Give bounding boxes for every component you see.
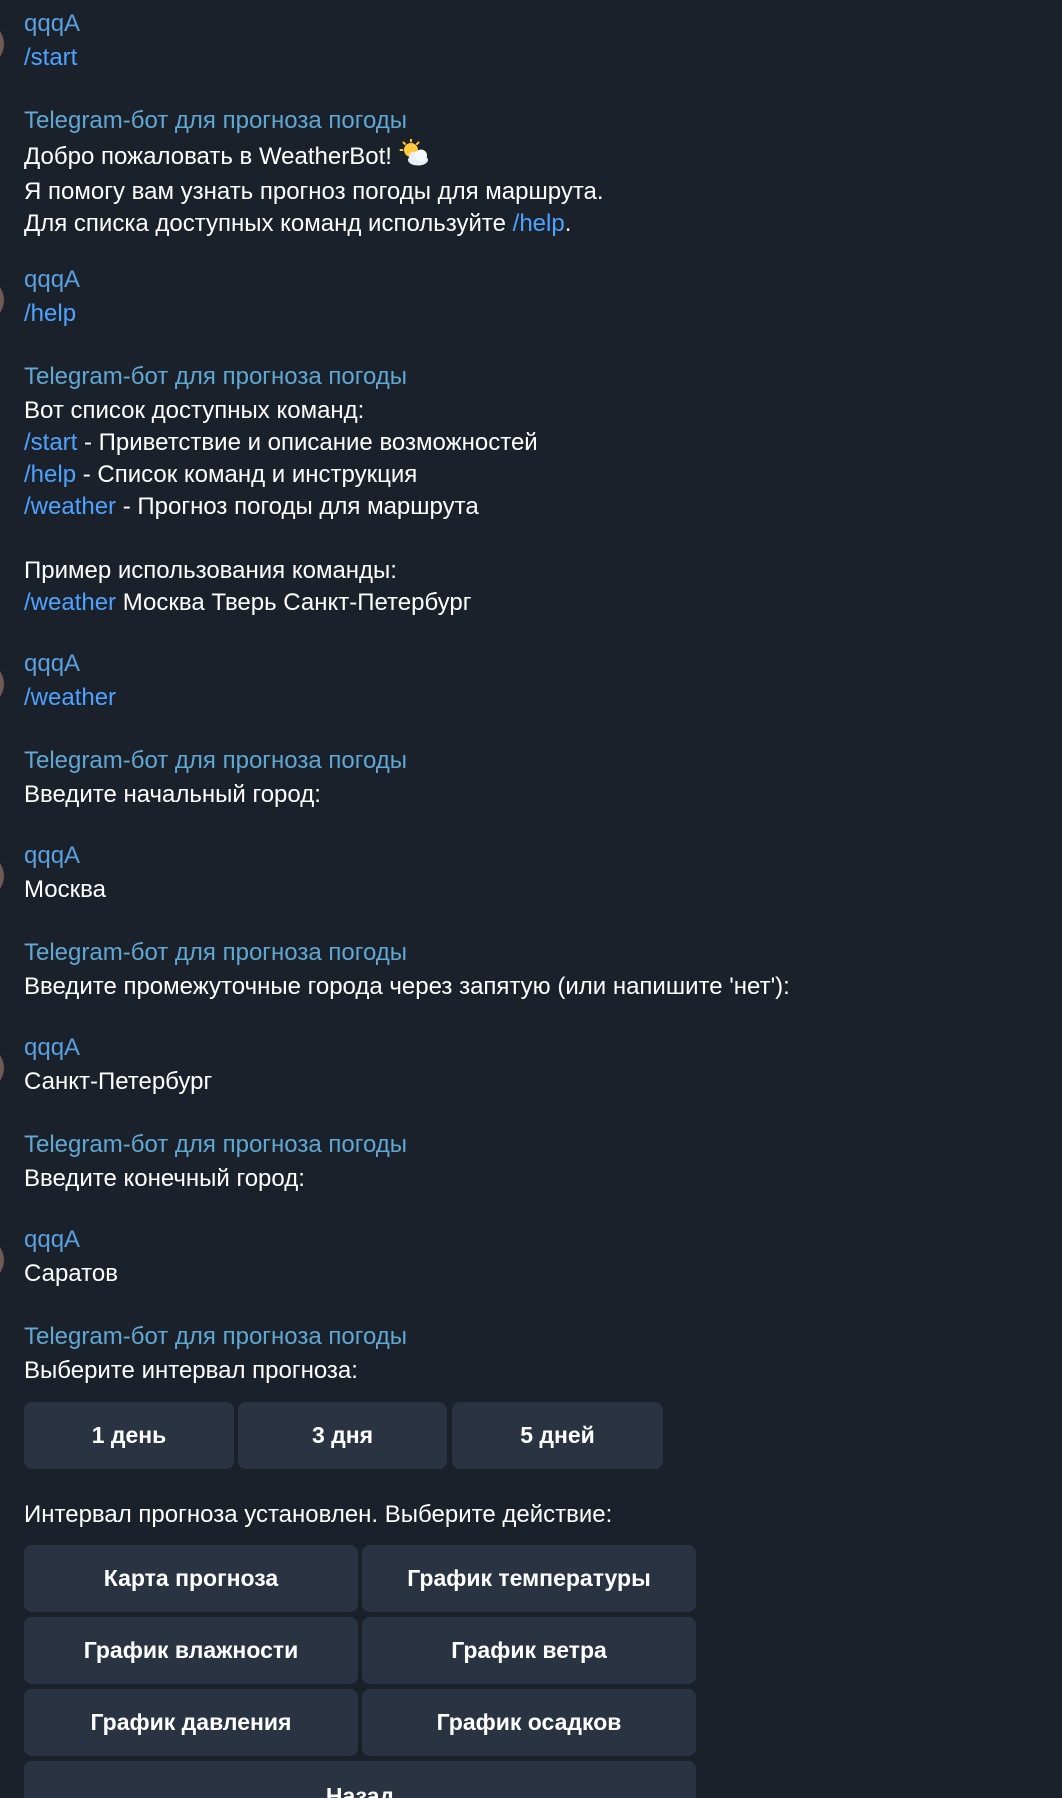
command-row: /weather - Прогноз погоды для маршрута [24,491,538,523]
user-message: qqqA /help [24,262,80,330]
command-row: /start - Приветствие и описание возможно… [24,427,538,459]
message-text: Интервал прогноза установлен. Выберите д… [24,1501,613,1528]
command-row: /help - Список команд и инструкция [24,459,538,491]
bot-message: Telegram-бот для прогноза погоды Введите… [24,1127,407,1195]
sender-name[interactable]: Telegram-бот для прогноза погоды [24,359,538,395]
sender-name[interactable]: qqqA [24,646,116,682]
example-args: Москва Тверь Санкт-Петербург [116,589,472,616]
bot-message: Интервал прогноза установлен. Выберите д… [24,1499,612,1531]
humidity-chart-button[interactable]: График влажности [24,1617,358,1684]
interval-1-day-button[interactable]: 1 день [24,1402,234,1469]
help-command-link[interactable]: /help [513,210,565,237]
user-avatar[interactable] [0,22,4,66]
sender-name[interactable]: qqqA [24,838,106,874]
sender-name[interactable]: qqqA [24,6,80,42]
temperature-chart-button[interactable]: График температуры [362,1545,696,1612]
message-text: Москва [24,876,106,903]
user-message: qqqA Саратов [24,1222,118,1290]
example-row: /weather Москва Тверь Санкт-Петербург [24,587,538,619]
sender-name[interactable]: Telegram-бот для прогноза погоды [24,743,407,779]
bot-message: Telegram-бот для прогноза погоды Введите… [24,743,407,811]
message-text: Саратов [24,1260,118,1287]
message-text: Введите начальный город: [24,781,321,808]
user-avatar[interactable] [0,854,4,898]
help-hint-text: Для списка доступных команд используйте [24,210,513,237]
message-line: Я помогу вам узнать прогноз погоды для м… [24,178,604,205]
message-text[interactable]: /start [24,42,80,74]
message-text: Выберите интервал прогноза: [24,1357,358,1384]
sun-behind-cloud-icon [398,138,430,176]
user-message: qqqA Москва [24,838,106,906]
bot-message: Telegram-бот для прогноза погоды Добро п… [24,103,604,240]
help-intro: Вот список доступных команд: [24,397,365,424]
action-keyboard: Карта прогноза График температуры График… [24,1545,696,1798]
message-line: Для списка доступных команд используйте … [24,208,604,240]
sender-name[interactable]: qqqA [24,1030,212,1066]
sender-name[interactable]: Telegram-бот для прогноза погоды [24,1319,407,1355]
sender-name[interactable]: Telegram-бот для прогноза погоды [24,1127,407,1163]
message-text[interactable]: /help [24,298,80,330]
wind-chart-button[interactable]: График ветра [362,1617,696,1684]
sender-name[interactable]: qqqA [24,1222,118,1258]
bot-message: Telegram-бот для прогноза погоды Введите… [24,935,790,1003]
sender-name[interactable]: Telegram-бот для прогноза погоды [24,103,604,139]
weather-command-link[interactable]: /weather [24,589,116,616]
punctuation: . [564,210,572,237]
pressure-chart-button[interactable]: График давления [24,1689,358,1756]
command-description: - Прогноз погоды для маршрута [116,493,479,520]
start-command-link[interactable]: /start [24,429,77,456]
user-avatar[interactable] [0,1046,4,1090]
bot-message: Telegram-бот для прогноза погоды Вот спи… [24,359,538,619]
interval-3-days-button[interactable]: 3 дня [238,1402,447,1469]
interval-keyboard: 1 день 3 дня 5 дней [24,1402,664,1469]
weather-command-link[interactable]: /weather [24,493,116,520]
user-avatar[interactable] [0,662,4,706]
user-avatar[interactable] [0,1238,4,1282]
welcome-text: Добро пожаловать в WeatherBot! [24,142,392,170]
interval-5-days-button[interactable]: 5 дней [452,1402,663,1469]
message-text[interactable]: /weather [24,682,116,714]
user-message: qqqA /weather [24,646,116,714]
chat-history: qqqA /start Telegram-бот для прогноза по… [0,0,1062,1798]
help-command-link[interactable]: /help [24,461,76,488]
user-message: qqqA Санкт-Петербург [24,1030,212,1098]
bot-message: Telegram-бот для прогноза погоды Выберит… [24,1319,407,1387]
user-message: qqqA /start [24,6,80,74]
message-text: Введите промежуточные города через запят… [24,973,790,1000]
message-line: Добро пожаловать в WeatherBot! [24,138,604,176]
sender-name[interactable]: qqqA [24,262,80,298]
back-button[interactable]: Назад [24,1761,696,1798]
command-description: - Список команд и инструкция [76,461,418,488]
command-description: - Приветствие и описание возможностей [77,429,538,456]
message-text: Введите конечный город: [24,1165,305,1192]
message-text: Санкт-Петербург [24,1068,213,1095]
precipitation-chart-button[interactable]: График осадков [362,1689,696,1756]
example-title: Пример использования команды: [24,557,397,584]
user-avatar[interactable] [0,278,4,322]
forecast-map-button[interactable]: Карта прогноза [24,1545,358,1612]
sender-name[interactable]: Telegram-бот для прогноза погоды [24,935,790,971]
